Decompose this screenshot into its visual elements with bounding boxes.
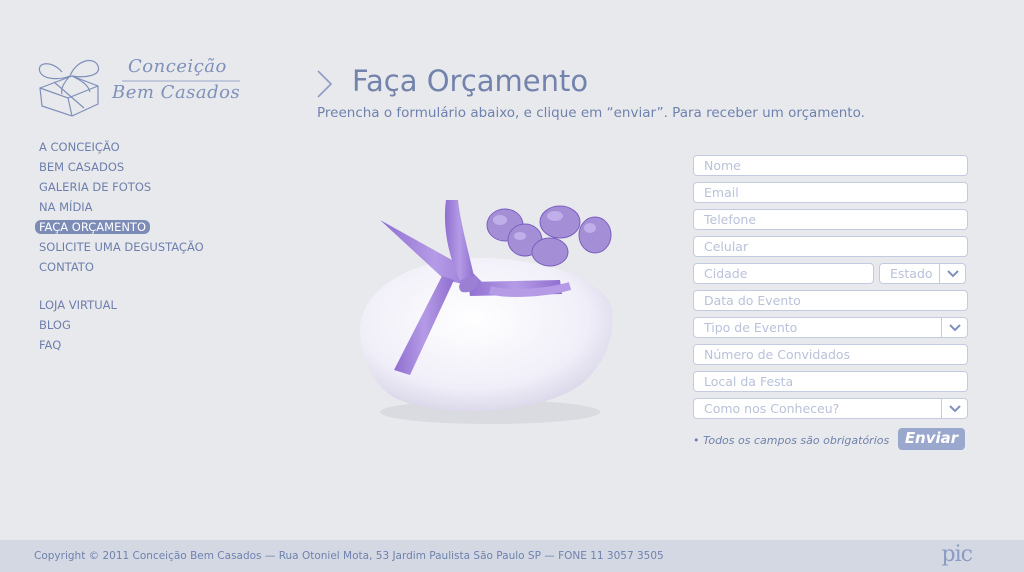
page-subtitle: Preencha o formulário abaixo, e clique e…: [317, 105, 865, 121]
chevron-right-icon: [317, 70, 333, 98]
nome-input[interactable]: Nome: [693, 155, 968, 176]
nav-item-label: A CONCEIÇÃO: [39, 140, 120, 154]
nav-item-faca-orcamento[interactable]: FAÇA ORÇAMENTO: [34, 220, 209, 240]
brand-name-line1: Conceição: [128, 56, 227, 77]
email-placeholder: Email: [704, 185, 739, 200]
nav-item-label: LOJA VIRTUAL: [39, 298, 117, 312]
main-nav: A CONCEIÇÃO BEM CASADOS GALERIA DE FOTOS…: [34, 140, 209, 358]
brand-logo[interactable]: Conceição Bem Casados: [32, 50, 242, 120]
nav-item-label: CONTATO: [39, 260, 94, 274]
tipo-evento-select[interactable]: Tipo de Evento: [693, 317, 968, 338]
page-title: Faça Orçamento: [352, 64, 589, 98]
data-evento-input[interactable]: Data do Evento: [693, 290, 968, 311]
nav-item-loja-virtual[interactable]: LOJA VIRTUAL: [34, 298, 209, 318]
footer-copyright: Copyright © 2011 Conceição Bem Casados —…: [34, 550, 664, 562]
site-footer: Copyright © 2011 Conceição Bem Casados —…: [0, 540, 1024, 572]
nav-item-label: SOLICITE UMA DEGUSTAÇÃO: [39, 240, 204, 254]
nav-item-contato[interactable]: CONTATO: [34, 260, 209, 280]
nav-item-label: BEM CASADOS: [39, 160, 125, 174]
nav-item-label: GALERIA DE FOTOS: [39, 180, 152, 194]
nav-item-faq[interactable]: FAQ: [34, 338, 209, 358]
nav-item-label: BLOG: [39, 318, 71, 332]
estado-placeholder: Estado: [890, 266, 933, 281]
nav-item-label: NA MÍDIA: [39, 200, 93, 214]
cidade-input[interactable]: Cidade: [693, 263, 874, 284]
enviar-button[interactable]: Enviar: [898, 428, 965, 450]
brand-name-line2: Bem Casados: [112, 82, 241, 103]
num-convidados-input[interactable]: Número de Convidados: [693, 344, 968, 365]
como-conheceu-select[interactable]: Como nos Conheceu?: [693, 398, 968, 419]
nav-item-label: FAQ: [39, 338, 62, 352]
logo-underline: [122, 80, 240, 82]
estado-select[interactable]: Estado: [879, 263, 966, 284]
data-evento-placeholder: Data do Evento: [704, 293, 801, 308]
pic-logo[interactable]: pic: [942, 542, 973, 567]
nav-divider: [34, 280, 209, 298]
num-convidados-placeholder: Número de Convidados: [704, 347, 851, 362]
required-fields-note: • Todos os campos são obrigatórios: [693, 434, 890, 447]
chevron-down-icon: [941, 399, 967, 418]
local-festa-placeholder: Local da Festa: [704, 374, 794, 389]
nav-item-label: FAÇA ORÇAMENTO: [35, 220, 151, 234]
nav-item-galeria-de-fotos[interactable]: GALERIA DE FOTOS: [34, 180, 209, 200]
nav-item-na-midia[interactable]: NA MÍDIA: [34, 200, 209, 220]
telefone-input[interactable]: Telefone: [693, 209, 968, 230]
quote-form: Nome Email Telefone Celular Cidade Estad…: [693, 155, 969, 451]
gift-box-logo-icon: [38, 59, 100, 117]
nav-item-a-conceicao[interactable]: A CONCEIÇÃO: [34, 140, 209, 160]
celular-input[interactable]: Celular: [693, 236, 968, 257]
telefone-placeholder: Telefone: [704, 212, 757, 227]
local-festa-input[interactable]: Local da Festa: [693, 371, 968, 392]
nav-item-solicite-degustacao[interactable]: SOLICITE UMA DEGUSTAÇÃO: [34, 240, 209, 260]
nome-placeholder: Nome: [704, 158, 741, 173]
email-input[interactable]: Email: [693, 182, 968, 203]
chevron-down-icon: [941, 318, 967, 337]
tipo-evento-placeholder: Tipo de Evento: [704, 320, 798, 335]
nav-item-bem-casados[interactable]: BEM CASADOS: [34, 160, 209, 180]
como-conheceu-placeholder: Como nos Conheceu?: [704, 401, 840, 416]
nav-item-blog[interactable]: BLOG: [34, 318, 209, 338]
chevron-down-icon: [939, 264, 965, 283]
cidade-placeholder: Cidade: [704, 266, 748, 281]
bem-casado-product-image: [360, 200, 613, 424]
celular-placeholder: Celular: [704, 239, 749, 254]
